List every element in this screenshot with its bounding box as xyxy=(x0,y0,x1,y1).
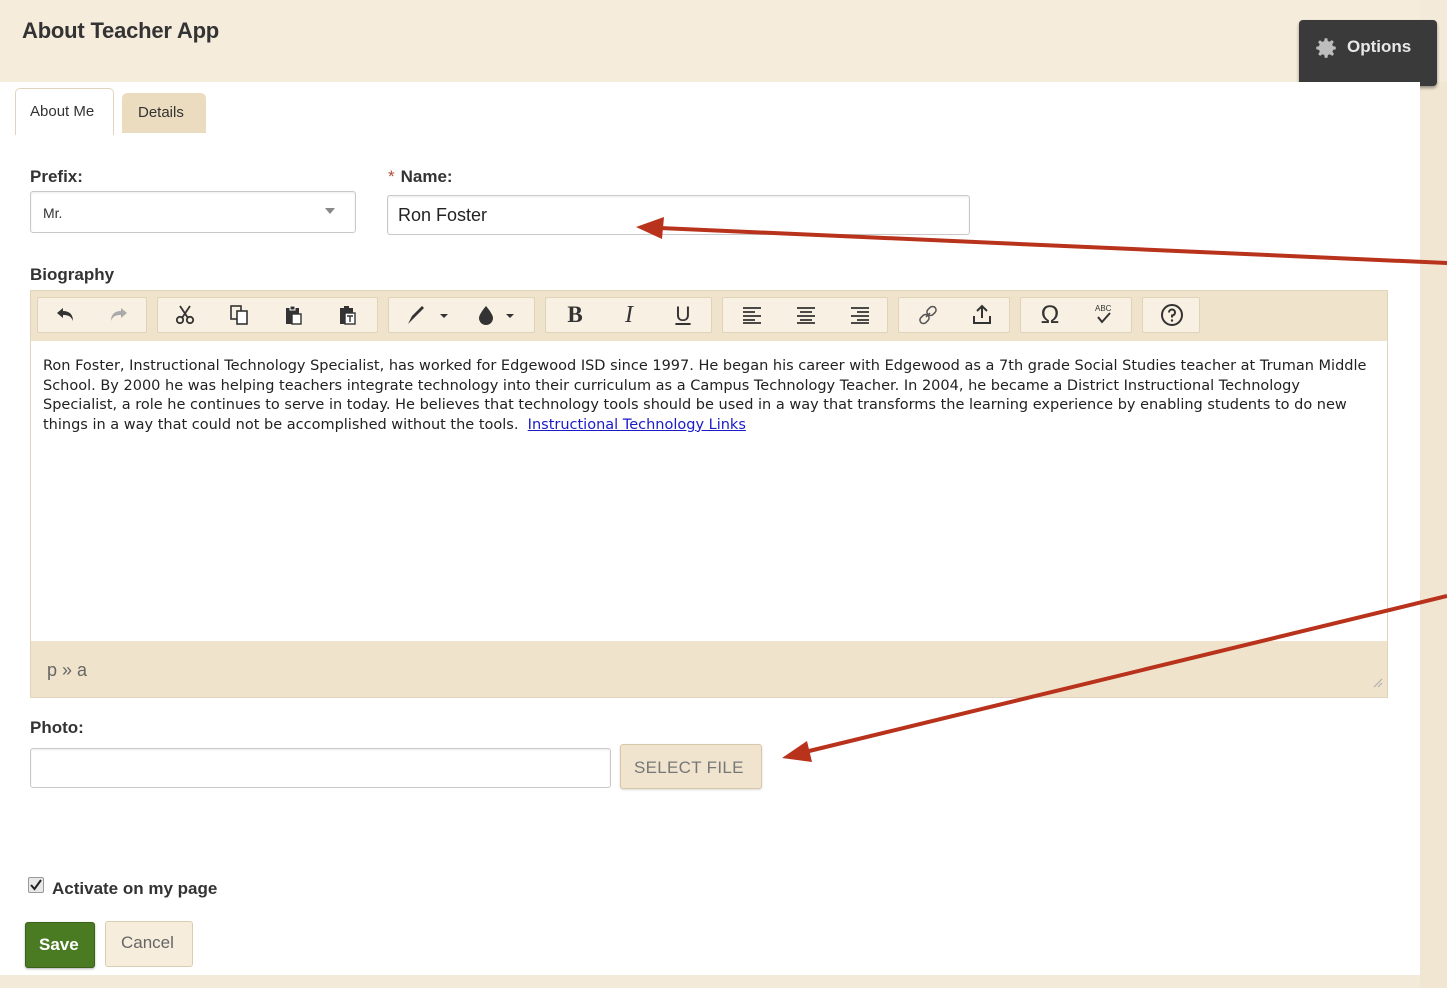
underline-icon[interactable]: U xyxy=(668,301,698,329)
tab-about-me[interactable]: About Me xyxy=(15,88,114,135)
align-center-icon[interactable] xyxy=(791,301,821,329)
special-character-icon[interactable]: Ω xyxy=(1035,301,1065,329)
page-title: About Teacher App xyxy=(22,18,220,43)
biography-content[interactable]: Ron Foster, Instructional Technology Spe… xyxy=(43,357,1378,435)
select-file-button[interactable]: SELECT FILE xyxy=(620,744,762,789)
history-group xyxy=(37,297,147,333)
photo-label: Photo: xyxy=(30,718,84,737)
select-file-label: SELECT FILE xyxy=(634,758,744,777)
activate-label: Activate on my page xyxy=(52,879,218,898)
tab-label: About Me xyxy=(30,103,95,120)
prefix-label: Prefix: xyxy=(30,167,83,186)
link-icon[interactable] xyxy=(913,301,943,329)
text-color-icon[interactable] xyxy=(401,301,457,329)
prefix-select[interactable]: Mr. xyxy=(30,191,356,233)
insert-group xyxy=(898,297,1010,333)
activate-checkbox[interactable] xyxy=(28,877,44,893)
cancel-label: Cancel xyxy=(121,933,174,952)
tools-group: Ω ABC xyxy=(1020,297,1132,333)
help-group xyxy=(1142,297,1200,333)
right-gutter xyxy=(1420,82,1447,988)
bold-icon[interactable]: B xyxy=(560,301,590,329)
align-right-icon[interactable] xyxy=(845,301,875,329)
cut-icon[interactable] xyxy=(170,301,200,329)
instructional-technology-link[interactable]: Instructional Technology Links xyxy=(528,417,746,433)
name-label: * Name: xyxy=(388,167,453,187)
gear-icon xyxy=(1313,35,1339,66)
resize-handle-icon[interactable] xyxy=(1371,675,1383,693)
align-left-icon[interactable] xyxy=(737,301,767,329)
tab-details[interactable]: Details xyxy=(122,93,206,133)
paste-text-icon[interactable] xyxy=(332,301,362,329)
title-bar: About Teacher App xyxy=(0,0,1420,82)
tab-label: Details xyxy=(138,104,184,121)
background-color-icon[interactable] xyxy=(471,301,527,329)
align-group xyxy=(722,297,888,333)
paste-icon[interactable] xyxy=(278,301,308,329)
prefix-value: Mr. xyxy=(43,205,63,221)
options-button[interactable]: Options xyxy=(1299,20,1437,86)
format-group: B I U xyxy=(545,297,712,333)
chevron-down-icon xyxy=(325,208,335,214)
editor-toolbar: B I U Ω ABC xyxy=(31,291,1387,341)
name-input[interactable] xyxy=(387,195,970,235)
name-label-text: Name: xyxy=(400,167,453,186)
biography-label: Biography xyxy=(30,265,115,284)
copy-icon[interactable] xyxy=(224,301,254,329)
photo-file-input[interactable] xyxy=(30,748,611,788)
required-marker: * xyxy=(388,167,395,186)
italic-icon[interactable]: I xyxy=(614,301,644,329)
upload-icon[interactable] xyxy=(967,301,997,329)
spellcheck-icon[interactable]: ABC xyxy=(1089,301,1119,329)
save-label: Save xyxy=(39,935,79,954)
checkmark-icon xyxy=(30,879,42,891)
clipboard-group xyxy=(157,297,378,333)
cancel-button[interactable]: Cancel xyxy=(105,921,193,967)
biography-editor: B I U Ω ABC Ron Foster, Instructional Te… xyxy=(30,290,1388,698)
undo-icon[interactable] xyxy=(50,301,80,329)
spellcheck-text: ABC xyxy=(1095,304,1112,313)
color-group xyxy=(388,297,535,333)
options-label: Options xyxy=(1347,37,1412,56)
save-button[interactable]: Save xyxy=(25,922,95,968)
element-path: p » a xyxy=(47,660,88,680)
redo-icon[interactable] xyxy=(104,301,134,329)
help-icon[interactable] xyxy=(1157,301,1187,329)
editor-statusbar: p » a xyxy=(31,641,1387,697)
